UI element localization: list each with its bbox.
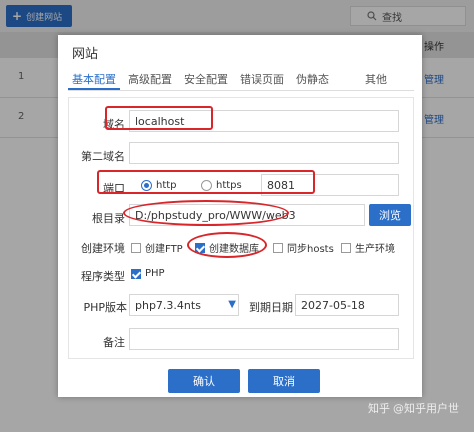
checkbox-hosts-box xyxy=(273,242,283,253)
checkbox-php-label: PHP xyxy=(145,268,165,279)
checkbox-production-label: 生产环境 xyxy=(355,244,395,255)
tab-other[interactable]: 其他 xyxy=(361,69,391,90)
dialog-tabs: 基本配置 高级配置 安全配置 错误页面 伪静态 其他 xyxy=(68,69,414,91)
tab-rewrite[interactable]: 伪静态 xyxy=(292,69,333,90)
checkbox-production[interactable]: 生产环境 xyxy=(341,240,395,255)
annotation-oval-root xyxy=(123,200,289,226)
cancel-button[interactable]: 取消 xyxy=(248,369,320,393)
second-domain-label: 第二域名 xyxy=(81,150,125,163)
checkbox-production-box xyxy=(341,242,351,253)
annotation-box-domain xyxy=(105,106,213,130)
notes-input[interactable] xyxy=(129,328,399,350)
annotation-oval-database xyxy=(187,232,267,258)
checkbox-hosts-label: 同步hosts xyxy=(287,244,334,255)
notes-label: 备注 xyxy=(103,336,125,349)
browse-button[interactable]: 浏览 xyxy=(369,204,411,226)
checkbox-ftp-label: 创建FTP xyxy=(145,244,183,255)
env-label: 创建环境 xyxy=(81,242,125,255)
dropdown-arrow-icon: ▼ xyxy=(228,299,236,310)
program-type-label: 程序类型 xyxy=(81,270,125,283)
expire-date-input[interactable]: 2027-05-18 xyxy=(295,294,399,316)
second-domain-input[interactable] xyxy=(129,142,399,164)
php-version-value: php7.3.4nts xyxy=(135,298,201,312)
annotation-box-port xyxy=(97,170,315,194)
watermark-brand: 知乎 xyxy=(368,402,390,415)
watermark-user: @知乎用户世 xyxy=(393,402,459,415)
checkbox-php-box xyxy=(131,268,141,279)
checkbox-sync-hosts[interactable]: 同步hosts xyxy=(273,240,334,255)
root-dir-label: 根目录 xyxy=(92,212,125,225)
checkbox-create-ftp[interactable]: 创建FTP xyxy=(131,240,183,255)
basic-config-panel: 域名 localhost 第二域名 端口 http https 8081 根目录… xyxy=(68,97,414,359)
confirm-button[interactable]: 确认 xyxy=(168,369,240,393)
tab-advanced[interactable]: 高级配置 xyxy=(124,69,176,90)
expire-date-label: 到期日期 xyxy=(249,301,293,314)
php-version-label: PHP版本 xyxy=(83,301,127,314)
tab-security[interactable]: 安全配置 xyxy=(180,69,232,90)
checkbox-ftp-box xyxy=(131,242,141,253)
watermark: 知乎 @知乎用户世 xyxy=(368,400,459,416)
tab-basic[interactable]: 基本配置 xyxy=(68,69,120,90)
site-dialog: 网站 基本配置 高级配置 安全配置 错误页面 伪静态 其他 域名 localho… xyxy=(58,35,422,397)
tab-error-pages[interactable]: 错误页面 xyxy=(236,69,288,90)
checkbox-php[interactable]: PHP xyxy=(131,268,165,279)
dialog-title: 网站 xyxy=(72,47,99,62)
php-version-select[interactable]: php7.3.4nts ▼ xyxy=(129,294,239,316)
